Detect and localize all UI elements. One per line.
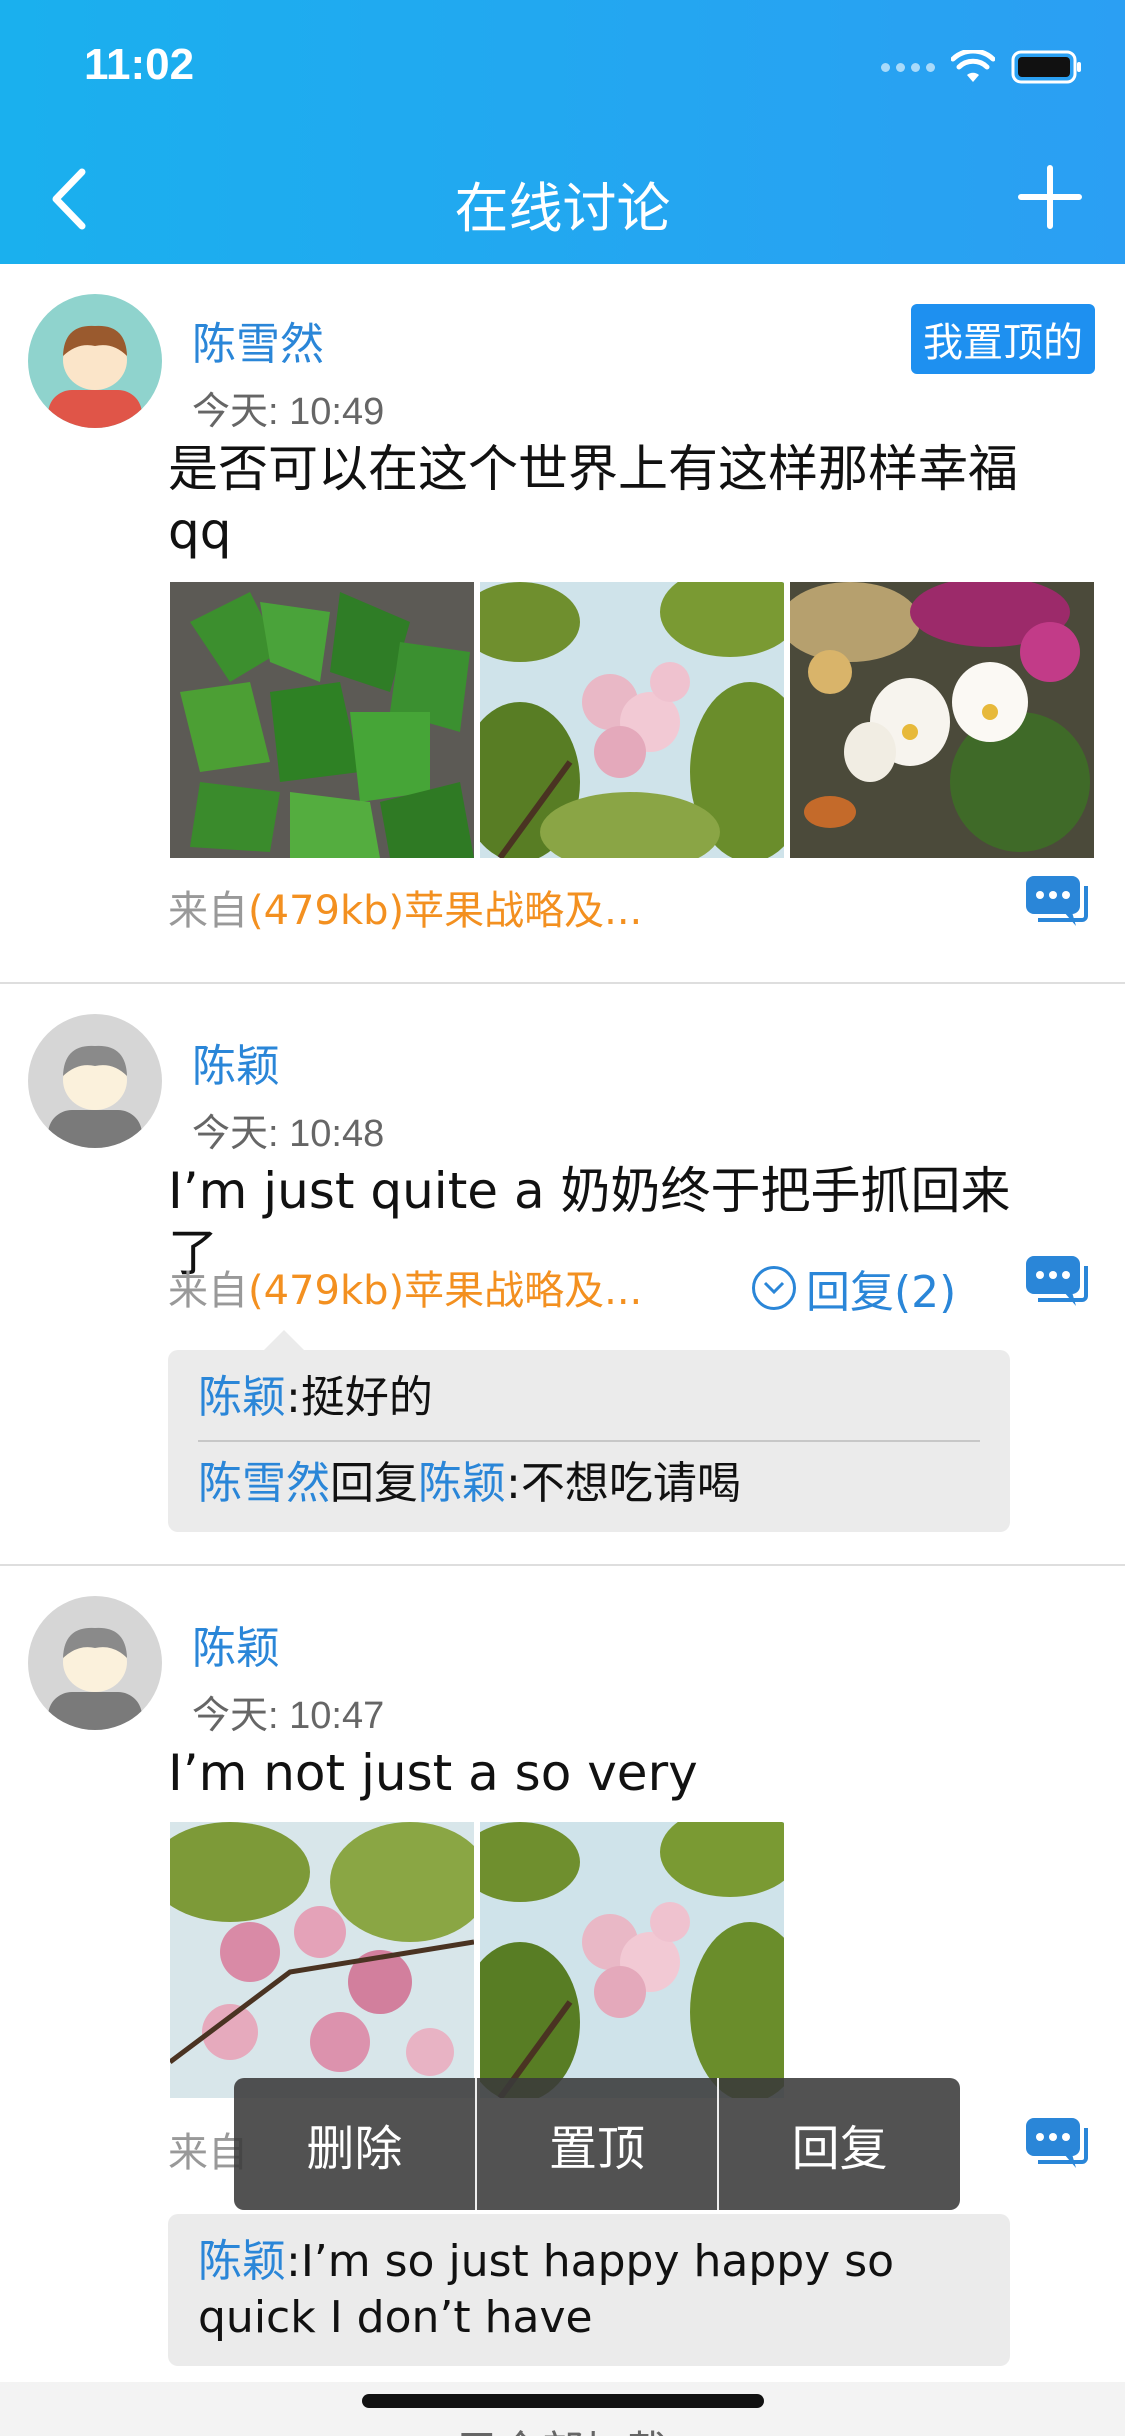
photo-zongzi[interactable]	[170, 582, 474, 858]
divider	[0, 1564, 1125, 1566]
photo-grid	[170, 582, 1094, 858]
page-title: 在线讨论	[454, 177, 671, 240]
wifi-icon	[951, 50, 995, 82]
comment-icon[interactable]	[1024, 2116, 1088, 2172]
source-prefix: 来自	[168, 888, 248, 934]
comment-box: 陈颖:I’m so just happy happy so quick I do…	[168, 2214, 1010, 2366]
commenter-name[interactable]: 陈颖	[198, 1372, 286, 1423]
comment-box: 陈颖:挺好的 陈雪然回复陈颖:不想吃请喝	[168, 1330, 1010, 1532]
reply-word: 回复	[330, 1458, 418, 1509]
comment-item[interactable]: 陈雪然回复陈颖:不想吃请喝	[168, 1442, 1010, 1532]
chevron-down-icon	[752, 1266, 796, 1310]
avatar[interactable]	[28, 1596, 162, 1730]
comment-icon[interactable]	[1024, 874, 1088, 930]
reply-button[interactable]: 回复	[719, 2078, 960, 2210]
home-indicator[interactable]	[362, 2394, 764, 2408]
source-info: 来自(479kb)苹果战略及...	[168, 878, 642, 936]
reply-count-label: 回复(2)	[806, 1267, 957, 1318]
pin-badge: 我置顶的	[911, 304, 1095, 374]
post-time: 今天: 10:47	[192, 1695, 385, 1737]
photo-cherry-blossom[interactable]	[480, 1822, 784, 2098]
pin-button[interactable]: 置顶	[477, 2078, 720, 2210]
delete-button[interactable]: 删除	[234, 2078, 477, 2210]
signal-icon	[881, 62, 935, 72]
battery-icon	[1011, 50, 1081, 84]
reply-count-toggle[interactable]: 回复(2)	[752, 1256, 956, 1320]
photo-cherry-blossom[interactable]	[480, 582, 784, 858]
author-name[interactable]: 陈雪然	[192, 308, 324, 372]
load-more-footer: 已全部加载	[0, 2382, 1125, 2436]
source-info: 来自(479kb)苹果战略及...	[168, 1258, 642, 1316]
commenter-name[interactable]: 陈雪然	[198, 1458, 330, 1509]
status-icons	[881, 50, 1083, 84]
source-prefix: 来自	[168, 1268, 248, 1314]
comment-item[interactable]: 陈颖:I’m so just happy happy so quick I do…	[168, 2214, 1010, 2366]
comment-text: :不想吃请喝	[506, 1458, 741, 1509]
photo-orchids[interactable]	[790, 582, 1094, 858]
author-name[interactable]: 陈颖	[192, 1030, 280, 1094]
plus-icon[interactable]	[1017, 164, 1083, 230]
photo-grid	[170, 1822, 784, 2098]
avatar[interactable]	[28, 294, 162, 428]
author-name[interactable]: 陈颖	[192, 1612, 280, 1676]
divider	[0, 982, 1125, 984]
post-time: 今天: 10:48	[192, 1113, 385, 1155]
source-file-link[interactable]: (479kb)苹果战略及...	[248, 888, 642, 934]
commenter-name[interactable]: 陈颖	[198, 2236, 286, 2287]
post-content: I’m not just a so very	[168, 1744, 698, 1802]
comment-icon[interactable]	[1024, 1254, 1088, 1310]
reply-target-name[interactable]: 陈颖	[418, 1458, 506, 1509]
status-time: 11:02	[84, 40, 195, 89]
comment-item[interactable]: 陈颖:挺好的	[168, 1350, 1010, 1440]
comment-text: :I’m so just happy happy so quick I don’…	[198, 2236, 895, 2343]
photo-cherry-blossom-2[interactable]	[170, 1822, 474, 2098]
nav-header: 11:02 在线讨论	[0, 0, 1125, 264]
post-time: 今天: 10:49	[192, 391, 385, 433]
comment-text: :挺好的	[286, 1372, 433, 1423]
source-file-link[interactable]: (479kb)苹果战略及...	[248, 1268, 642, 1314]
avatar[interactable]	[28, 1014, 162, 1148]
post-content: 是否可以在这个世界上有这样那样幸福qq	[168, 440, 1018, 560]
action-menu: 删除 置顶 回复	[234, 2078, 960, 2210]
footer-text: 已全部加载	[0, 2418, 1125, 2436]
